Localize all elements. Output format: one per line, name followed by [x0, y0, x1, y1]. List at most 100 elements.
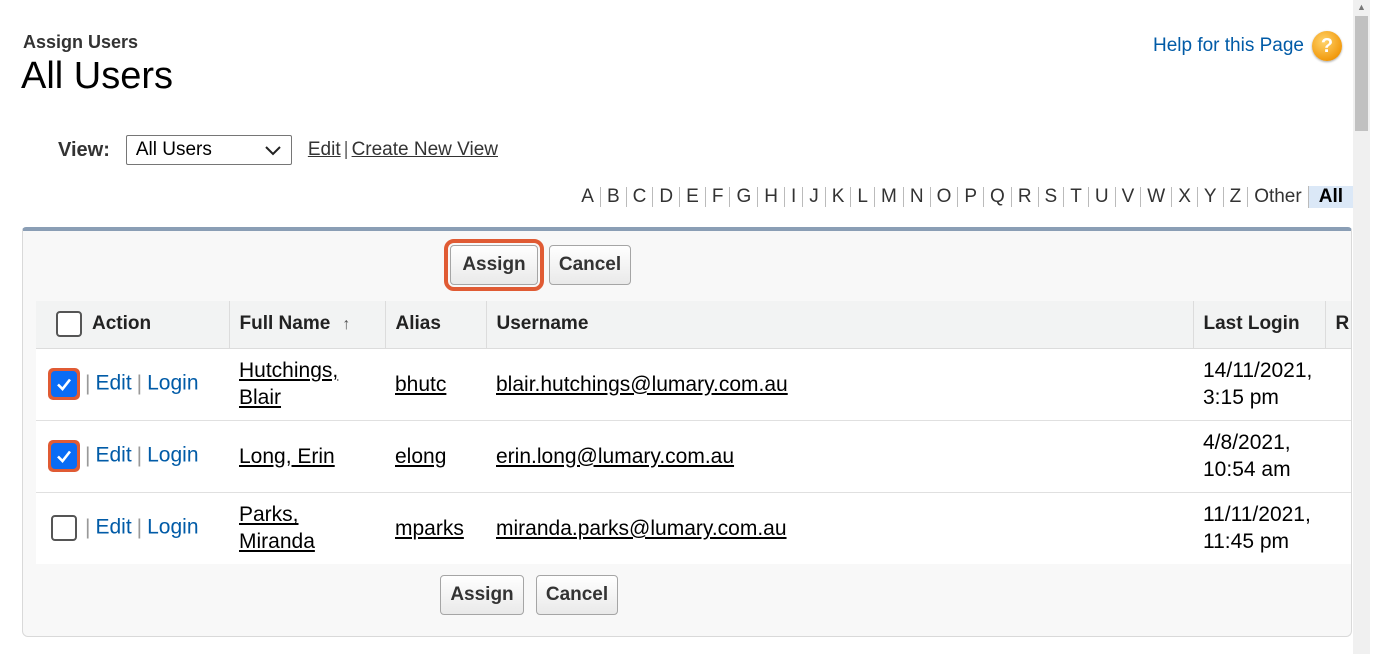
edit-link[interactable]: Edit — [95, 372, 131, 395]
r-cell — [1325, 492, 1351, 564]
create-new-view-link[interactable]: Create New View — [352, 139, 498, 160]
column-alias[interactable]: Alias — [385, 301, 487, 349]
view-row: View: All Users Edit | Create New View — [58, 135, 498, 165]
alphabet-filter-p[interactable]: P — [957, 187, 983, 207]
select-all-checkbox[interactable] — [56, 311, 82, 338]
assign-button-top[interactable]: Assign — [444, 239, 544, 291]
scroll-thumb[interactable] — [1355, 16, 1368, 131]
alphabet-filter-z[interactable]: Z — [1222, 187, 1248, 207]
alias-cell: bhutc — [385, 348, 486, 421]
alphabet-filter-s[interactable]: S — [1037, 187, 1064, 207]
alphabet-filter-x[interactable]: X — [1171, 187, 1197, 207]
r-cell — [1325, 348, 1351, 421]
users-table: Action Full Name ↑ Alias Username Last Lo… — [36, 301, 1351, 564]
column-full-name-label: Full Name — [239, 313, 331, 335]
alphabet-filter-other[interactable]: Other — [1247, 187, 1308, 207]
username-link[interactable]: miranda.parks@lumary.com.au — [496, 517, 787, 540]
page-title: All Users — [21, 55, 174, 97]
last-login-cell: 11/11/2021, 11:45 pm — [1193, 492, 1325, 564]
alphabet-filter-t[interactable]: T — [1063, 187, 1088, 207]
login-link[interactable]: Login — [147, 372, 198, 395]
alphabet-filter-n[interactable]: N — [902, 187, 930, 207]
alphabet-filter-w[interactable]: W — [1140, 187, 1171, 207]
last-login-cell: 14/11/2021, 3:15 pm — [1193, 348, 1325, 421]
scroll-up-icon[interactable]: ▲ — [1353, 0, 1370, 14]
row-checkbox-wrap — [48, 512, 80, 544]
edit-link[interactable]: Edit — [95, 516, 131, 539]
column-r[interactable]: R — [1325, 301, 1351, 349]
alphabet-filter: A B C D E F G H I J K L M N O P Q R S T U V W X Y Z Other All — [575, 186, 1353, 208]
row-checkbox[interactable] — [51, 371, 77, 397]
full-name-cell: Long, Erin — [229, 420, 385, 493]
column-username[interactable]: Username — [486, 301, 1194, 349]
username-cell: miranda.parks@lumary.com.au — [486, 492, 1193, 564]
alphabet-filter-k[interactable]: K — [824, 187, 851, 207]
column-username-label: Username — [496, 313, 589, 335]
help-link[interactable]: Help for this Page — [1153, 35, 1304, 57]
column-last-login[interactable]: Last Login — [1193, 301, 1326, 349]
full-name-line2: Miranda — [239, 530, 315, 554]
row-checkbox[interactable] — [51, 515, 77, 542]
help-area: Help for this Page ? — [1153, 31, 1342, 61]
alphabet-filter-g[interactable]: G — [729, 187, 757, 207]
action-cell: | Edit | Login — [36, 348, 229, 421]
full-name-line1: Parks, — [239, 503, 299, 527]
full-name-link[interactable]: Parks, Miranda — [239, 503, 315, 553]
alphabet-filter-r[interactable]: R — [1010, 187, 1038, 207]
login-link[interactable]: Login — [147, 444, 198, 467]
alias-link[interactable]: mparks — [395, 517, 464, 540]
view-select[interactable]: All Users — [125, 135, 292, 165]
view-links-separator: | — [343, 139, 349, 160]
assign-button-bottom[interactable]: Assign — [440, 575, 524, 615]
alphabet-filter-v[interactable]: V — [1114, 187, 1141, 207]
alias-cell: mparks — [385, 492, 486, 564]
last-login-line1: 4/8/2021, — [1203, 431, 1291, 454]
help-icon[interactable]: ? — [1312, 31, 1342, 61]
alphabet-filter-b[interactable]: B — [599, 187, 626, 207]
alphabet-filter-all[interactable]: All — [1307, 186, 1353, 208]
alias-link[interactable]: bhutc — [395, 373, 446, 396]
alphabet-filter-j[interactable]: J — [802, 187, 825, 207]
column-alias-label: Alias — [395, 313, 441, 335]
view-select-value: All Users — [135, 139, 212, 160]
last-login-cell: 4/8/2021, 10:54 am — [1193, 420, 1325, 493]
cancel-button-top[interactable]: Cancel — [549, 245, 631, 285]
edit-view-link[interactable]: Edit — [308, 139, 341, 160]
row-checkbox[interactable] — [51, 443, 77, 469]
column-action: Action — [36, 301, 230, 349]
username-link[interactable]: erin.long@lumary.com.au — [496, 445, 734, 468]
full-name-link[interactable]: Long, Erin — [239, 445, 335, 468]
cancel-button-bottom[interactable]: Cancel — [536, 575, 618, 615]
full-name-line2: Blair — [239, 386, 282, 409]
alias-link[interactable]: elong — [395, 445, 446, 468]
table-row: | Edit | Login Parks, Miranda mparks miranda… — [36, 492, 1351, 564]
table-header-row: Action Full Name ↑ Alias Username Last Lo… — [36, 301, 1351, 349]
alphabet-filter-c[interactable]: C — [625, 187, 653, 207]
alphabet-filter-e[interactable]: E — [679, 187, 705, 207]
last-login-line2: 11:45 pm — [1203, 530, 1289, 554]
login-link[interactable]: Login — [147, 516, 198, 539]
full-name-link[interactable]: Hutchings, Blair — [239, 359, 338, 409]
username-cell: erin.long@lumary.com.au — [486, 420, 1193, 493]
vertical-scrollbar[interactable]: ▲ — [1353, 0, 1370, 654]
alphabet-filter-l[interactable]: L — [850, 187, 874, 207]
alphabet-filter-u[interactable]: U — [1087, 187, 1115, 207]
column-action-label: Action — [92, 313, 152, 335]
alphabet-filter-i[interactable]: I — [783, 187, 802, 207]
column-last-login-label: Last Login — [1203, 313, 1300, 335]
sort-ascending-icon: ↑ — [342, 316, 351, 334]
column-full-name[interactable]: Full Name ↑ — [229, 301, 386, 349]
alphabet-filter-d[interactable]: D — [652, 187, 679, 207]
alphabet-filter-f[interactable]: F — [704, 187, 730, 207]
alphabet-filter-h[interactable]: H — [757, 187, 784, 207]
alphabet-filter-y[interactable]: Y — [1196, 187, 1223, 207]
alphabet-filter-q[interactable]: Q — [983, 187, 1011, 207]
table-row: | Edit | Login Hutchings, Blair bhutc blair.… — [36, 348, 1351, 421]
alphabet-filter-o[interactable]: O — [929, 187, 958, 207]
alphabet-filter-a[interactable]: A — [575, 187, 600, 207]
last-login-line2: 10:54 am — [1203, 458, 1291, 481]
username-link[interactable]: blair.hutchings@lumary.com.au — [496, 373, 788, 396]
edit-link[interactable]: Edit — [95, 444, 131, 467]
users-panel: Assign Cancel Action Full Name ↑ Alias Us… — [22, 227, 1352, 637]
alphabet-filter-m[interactable]: M — [874, 187, 903, 207]
